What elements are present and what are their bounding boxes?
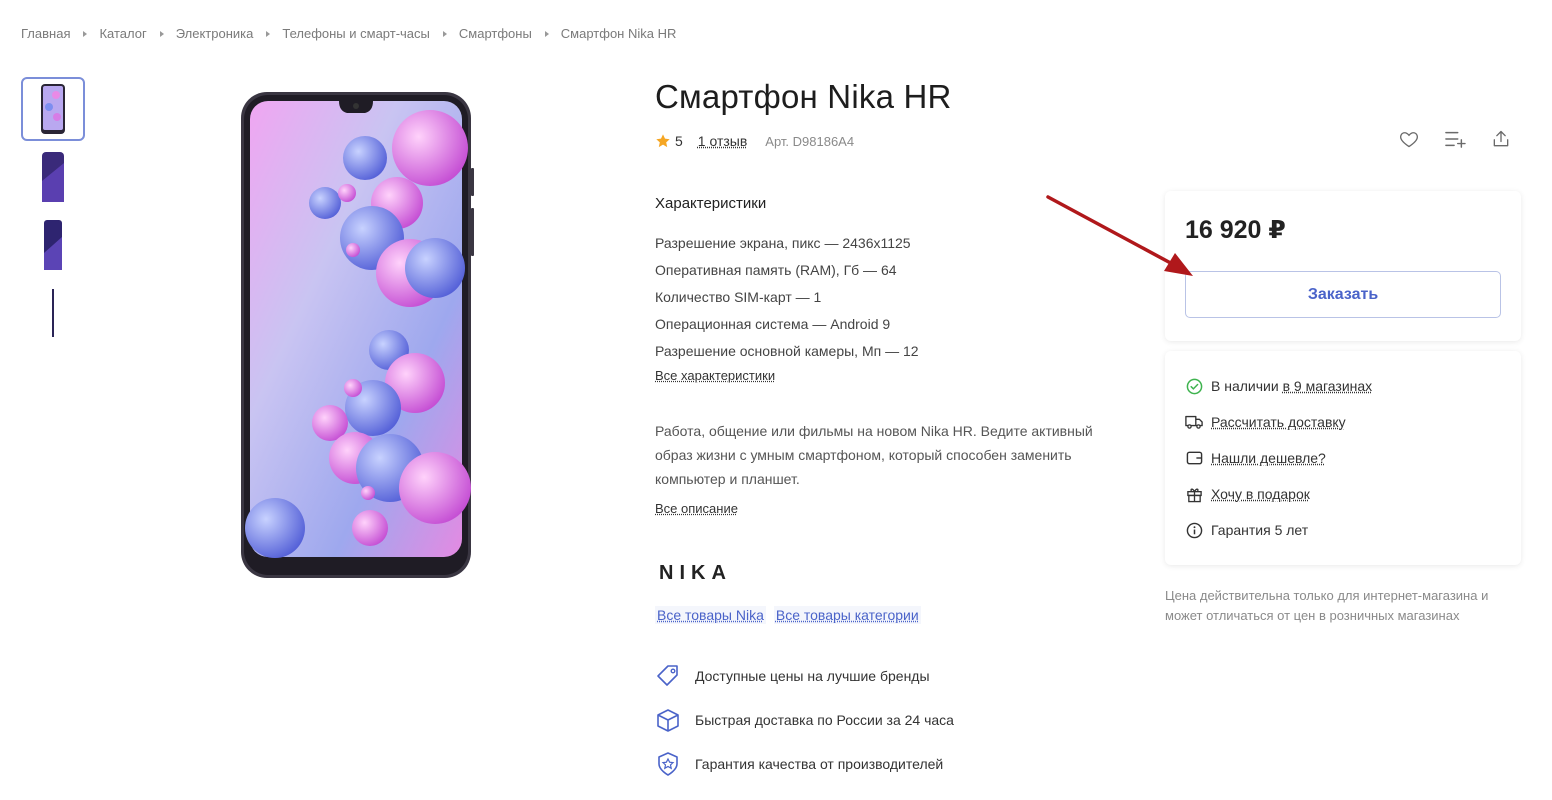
thumbnail-front[interactable] [21,77,85,141]
favorite-button[interactable] [1398,128,1420,150]
gift-row: Хочу в подарок [1185,476,1521,512]
product-price: 16 920 ₽ [1185,216,1286,244]
breadcrumb-separator-icon [442,30,447,37]
thumbnail-back-side[interactable] [21,213,85,277]
price-tag-icon [657,665,678,686]
breadcrumb-catalog[interactable]: Каталог [99,26,146,41]
in-stock-text: В наличии [1211,378,1279,394]
features-list: Доступные цены на лучшие бренды Быстрая … [655,654,954,786]
gift-wish-link[interactable]: Хочу в подарок [1211,486,1310,502]
feature-item: Гарантия качества от производителей [655,742,954,786]
thumbnail-back-angle[interactable] [21,145,85,209]
thumbnail-edge[interactable] [21,281,85,345]
star-icon [656,134,670,148]
brand-links: Все товары Nika Все товары категории [655,606,921,624]
phone-front-thumbnail-image [41,84,65,134]
breadcrumb-current: Смартфон Nika HR [560,26,677,41]
feature-item: Быстрая доставка по России за 24 часа [655,698,954,742]
phone-edge-thumbnail-image [52,289,54,337]
breadcrumb-smartphones[interactable]: Смартфоны [459,26,532,41]
breadcrumb-home[interactable]: Главная [21,26,70,41]
breadcrumb: Главная Каталог Электроника Телефоны и с… [21,26,676,41]
stores-link[interactable]: в 9 магазинах [1283,378,1373,394]
feature-text: Быстрая доставка по России за 24 часа [695,712,954,728]
delivery-row: Рассчитать доставку [1185,404,1521,440]
breadcrumb-separator-icon [266,30,271,37]
cheaper-row: Нашли дешевле? [1185,440,1521,476]
breadcrumb-separator-icon [544,30,549,37]
breadcrumb-electronics[interactable]: Электроника [176,26,254,41]
phone-back-thumbnail-image [42,152,64,202]
specs-list: Разрешение экрана, пикс — 2436x1125 Опер… [655,230,919,365]
box-icon [657,709,679,732]
spec-item: Разрешение экрана, пикс — 2436x1125 [655,235,911,251]
reviews-link[interactable]: 1 отзыв [698,133,748,149]
check-circle-icon [1185,377,1203,395]
rating-value: 5 [675,133,683,149]
breadcrumb-separator-icon [83,30,88,37]
spec-item: Разрешение основной камеры, Мп — 12 [655,343,919,359]
product-meta: 5 1 отзыв Арт. D98186A4 [655,133,854,149]
calculate-delivery-link[interactable]: Рассчитать доставку [1211,414,1346,430]
feature-text: Гарантия качества от производителей [695,756,944,772]
info-icon [1185,521,1203,539]
wallet-icon [1185,449,1203,467]
breadcrumb-separator-icon [159,30,164,37]
all-description-link[interactable]: Все описание [655,501,738,516]
spec-item: Операционная система — Android 9 [655,316,891,332]
smartphone-image [241,92,474,578]
compare-list-icon [1445,131,1466,148]
feature-text: Доступные цены на лучшие бренды [695,668,930,684]
spec-item: Оперативная память (RAM), Гб — 64 [655,262,897,278]
price-note: Цена действительна только для интернет-м… [1165,588,1489,623]
truck-icon [1185,413,1203,431]
share-icon [1493,130,1509,147]
in-stock-row: В наличии в 9 магазинах [1185,368,1521,404]
product-actions [1398,128,1512,150]
category-products-link[interactable]: Все товары категории [773,606,921,624]
compare-button[interactable] [1444,128,1466,150]
brand-logo[interactable]: NIKA [659,562,732,585]
product-main-image[interactable] [235,88,477,584]
share-button[interactable] [1490,128,1512,150]
order-button[interactable]: Заказать [1185,271,1501,318]
found-cheaper-link[interactable]: Нашли дешевле? [1211,450,1326,466]
quality-badge-icon [658,752,678,776]
all-specs-link[interactable]: Все характеристики [655,368,775,383]
price-card: 16 920 ₽ Заказать [1165,191,1521,341]
feature-item: Доступные цены на лучшие бренды [655,654,954,698]
thumbnail-list [21,77,85,349]
product-title: Смартфон Nika HR [655,78,952,115]
spec-item: Количество SIM-карт — 1 [655,289,822,305]
gift-icon [1185,485,1203,503]
phone-side-thumbnail-image [44,220,62,270]
warranty-text: Гарантия 5 лет [1211,522,1309,538]
specs-heading: Характеристики [655,195,767,212]
breadcrumb-phones[interactable]: Телефоны и смарт-часы [282,26,430,41]
warranty-row: Гарантия 5 лет [1185,512,1521,548]
heart-icon [1400,132,1418,148]
product-sku: Арт. D98186A4 [765,133,855,149]
brand-products-link[interactable]: Все товары Nika [655,606,766,624]
availability-card: В наличии в 9 магазинах Рассчитать доста… [1165,351,1521,565]
product-description: Работа, общение или фильмы на новом Nika… [655,423,1093,487]
